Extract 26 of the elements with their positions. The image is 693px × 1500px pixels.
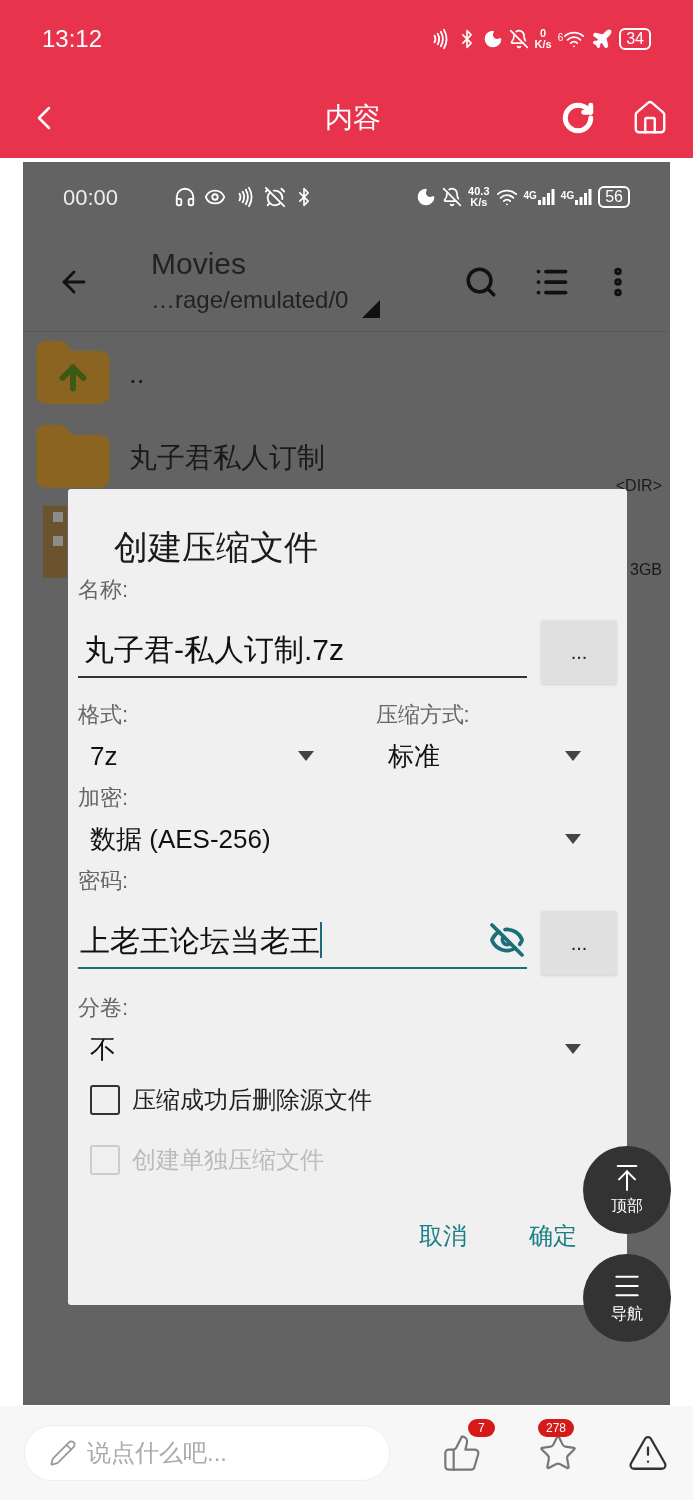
- file-size: <DIR>: [615, 476, 662, 496]
- network-type: 4G: [560, 189, 575, 203]
- favorite-count: 278: [538, 1419, 575, 1437]
- field-label: 格式:: [78, 701, 130, 729]
- file-name: ..: [129, 357, 145, 391]
- folder-title: Movies: [151, 245, 248, 282]
- file-name: 丸子君私人订制: [129, 441, 325, 475]
- battery-level: 34: [619, 28, 651, 50]
- network-type: 4G: [523, 189, 537, 203]
- comment-placeholder: 说点什么吧...: [87, 1438, 227, 1468]
- folder-path: …rage/emulated/0: [151, 284, 349, 315]
- field-label: 分卷:: [78, 994, 130, 1022]
- battery-level: 56: [598, 186, 630, 208]
- field-label: 加密:: [78, 784, 130, 812]
- network-speed: 0 K/s: [534, 28, 552, 50]
- clock-time: 00:00: [63, 183, 119, 212]
- clock-time: 13:12: [42, 24, 103, 54]
- like-count: 7: [468, 1419, 495, 1437]
- field-label: 名称:: [78, 576, 130, 604]
- wifi-label: 6: [557, 31, 564, 45]
- field-label: 压缩方式:: [374, 701, 471, 729]
- dialog-title: 创建压缩文件: [113, 527, 319, 568]
- field-label: 密码:: [78, 867, 130, 895]
- file-size: 3GB: [630, 560, 662, 580]
- network-speed: 40.3 K/s: [468, 186, 490, 208]
- page-title: 内容: [323, 101, 382, 135]
